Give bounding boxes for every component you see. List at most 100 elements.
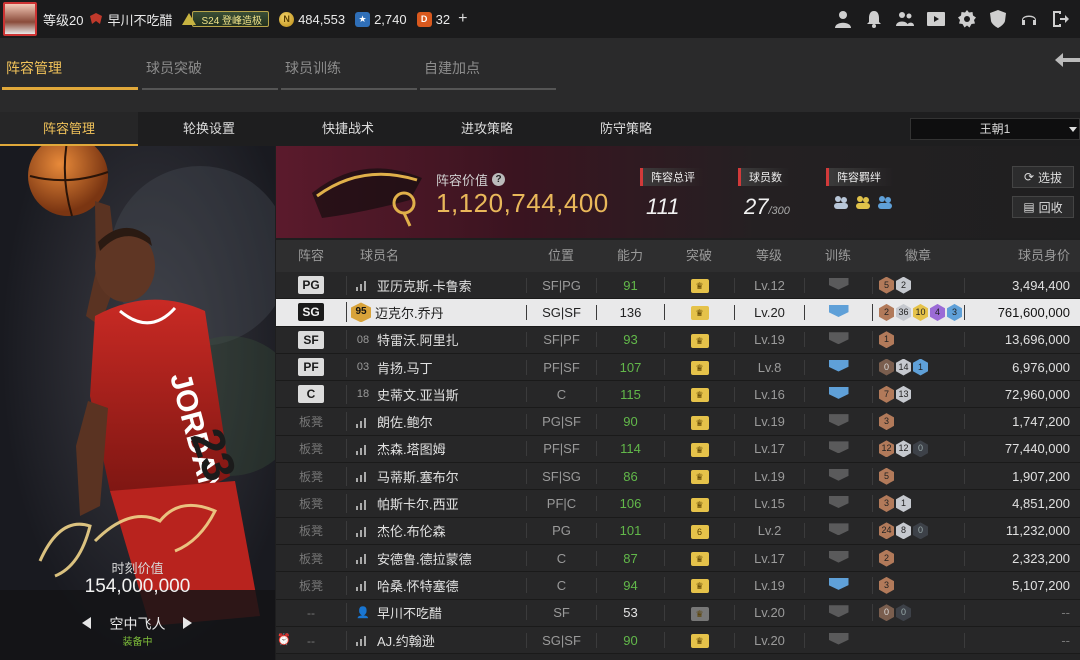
lineup-slot[interactable]: PG [276,276,346,295]
badges-cell[interactable]: 5 [872,467,964,485]
player-name-cell[interactable]: 安德鲁.德拉蒙德 [346,548,526,568]
draft-button[interactable]: ⟳ 选拔 [1012,166,1074,188]
subtab-offense-strategy[interactable]: 进攻策略 [418,112,556,146]
col-position[interactable]: 位置 [526,240,596,272]
table-row[interactable]: -- 👤 早川不吃醋 SF 53 ♛ Lv.20 0 0 -- [276,599,1080,627]
training-cell[interactable] [804,550,872,566]
lineup-slot[interactable]: 板凳 [276,468,346,485]
table-row[interactable]: C 18 史蒂文.亚当斯 C 115 ♛ Lv.16 7 13 72,960,000 [276,381,1080,409]
table-row[interactable]: 板凳 杰森.塔图姆 PF|SF 114 ♛ Lv.17 12 12 0 77,440,000 [276,435,1080,464]
table-row[interactable]: PG 亚历克斯.卡鲁索 SF|PG 91 ♛ Lv.12 5 2 3,494,400 [276,272,1080,300]
breakthrough-cell[interactable]: ♛ [664,386,734,403]
player-name-cell[interactable]: 杰伦.布伦森 [346,521,526,541]
player-card[interactable]: JORDAN 23 时刻价值 154,000,000 空中飞人 装备中 [0,146,275,660]
training-cell[interactable] [804,605,872,621]
table-row[interactable]: SG 95 迈克尔.乔丹 SG|SF 136 ♛ Lv.20 2 36 10 4 3 761,600,0… [276,299,1080,327]
table-row[interactable]: PF 03 肯扬.马丁 PF|SF 107 ♛ Lv.8 0 14 1 6,976,000 [276,353,1080,382]
video-icon[interactable] [926,9,946,29]
tab-lineup-management[interactable]: 阵容管理 [2,48,138,90]
lineup-slot[interactable]: ⏰ -- [276,633,346,648]
lineup-select[interactable]: 王朝1 [910,118,1080,140]
lineup-slot[interactable]: 板凳 [276,577,346,594]
col-player-name[interactable]: 球员名 [346,240,526,272]
breakthrough-cell[interactable]: ♛ [664,277,734,294]
training-cell[interactable] [804,577,872,593]
training-cell[interactable] [804,304,872,320]
tab-player-breakthrough[interactable]: 球员突破 [142,48,278,90]
help-icon[interactable]: ? [492,173,506,186]
lineup-slot[interactable]: SF [276,330,346,349]
badges-cell[interactable]: 2 [872,549,964,567]
recycle-button[interactable]: ▤ 回收 [1012,196,1074,218]
lineup-slot[interactable]: -- [276,605,346,620]
col-breakthrough[interactable]: 突破 [664,240,734,272]
breakthrough-cell[interactable]: ♛ [664,577,734,594]
player-name-cell[interactable]: 03 肯扬.马丁 [346,357,526,377]
player-name-cell[interactable]: AJ.约翰逊 [346,630,526,650]
friends-icon[interactable] [895,9,915,29]
lineup-slot[interactable]: SG [276,303,346,322]
bell-icon[interactable] [864,9,884,29]
player-name-cell[interactable]: 18 史蒂文.亚当斯 [346,384,526,404]
subtab-rotation[interactable]: 轮换设置 [140,112,278,146]
player-name-cell[interactable]: 杰森.塔图姆 [346,439,526,459]
breakthrough-cell[interactable]: ♛ [664,440,734,457]
badges-cell[interactable]: 2 36 10 4 3 [872,303,964,321]
shield-icon[interactable] [988,9,1008,29]
breakthrough-cell[interactable]: ♛ [664,604,734,621]
training-cell[interactable] [804,441,872,457]
lineup-slot[interactable]: 板凳 [276,413,346,430]
player-name-cell[interactable]: 亚历克斯.卡鲁索 [346,275,526,295]
player-name-cell[interactable]: 马蒂斯.塞布尔 [346,466,526,486]
lineup-slot[interactable]: 板凳 [276,495,346,512]
table-row[interactable]: 板凳 安德鲁.德拉蒙德 C 87 ♛ Lv.17 2 2,323,200 [276,544,1080,573]
player-name-cell[interactable]: 帕斯卡尔.西亚 [346,494,526,514]
player-name-cell[interactable]: 朗佐.鲍尔 [346,412,526,432]
table-row[interactable]: 板凳 帕斯卡尔.西亚 PF|C 106 ♛ Lv.15 3 1 4,851,200 [276,490,1080,518]
badges-cell[interactable]: 31 [872,495,964,513]
exit-icon[interactable] [1050,9,1070,29]
badges-cell[interactable]: 1 [872,331,964,349]
badges-cell[interactable]: 3 [872,413,964,431]
table-row[interactable]: SF 08 特雷沃.阿里扎 SF|PF 93 ♛ Lv.19 1 13,696,000 [276,326,1080,354]
breakthrough-cell[interactable]: ♛ [664,331,734,348]
subtab-lineup[interactable]: 阵容管理 [0,112,138,146]
col-training[interactable]: 训练 [804,240,872,272]
breakthrough-cell[interactable]: ♛ [664,495,734,512]
badges-cell[interactable]: 00 [872,604,964,622]
badges-cell[interactable]: 0 14 1 [872,358,964,376]
next-skin-icon[interactable] [183,617,192,629]
badges-cell[interactable]: 24 8 0 [872,522,964,540]
breakthrough-cell[interactable]: ♛ [664,468,734,485]
badges-cell[interactable]: 52 [872,276,964,294]
breakthrough-cell[interactable]: 6 [664,522,734,539]
lineup-slot[interactable]: C [276,385,346,404]
gear-icon[interactable] [957,9,977,29]
player-name-cell[interactable]: 95 迈克尔.乔丹 [346,302,526,323]
lineup-slot[interactable]: 板凳 [276,550,346,567]
training-cell[interactable] [804,496,872,512]
avatar[interactable] [3,2,37,36]
breakthrough-cell[interactable]: ♛ [664,550,734,567]
lineup-slot[interactable]: PF [276,358,346,377]
col-salary[interactable]: 球员身价 [964,240,1080,272]
training-cell[interactable] [804,359,872,375]
training-cell[interactable] [804,386,872,402]
col-lineup[interactable]: 阵容 [276,240,346,272]
col-overall[interactable]: 能力 [596,240,664,272]
table-row[interactable]: 板凳 杰伦.布伦森 PG 101 6 Lv.2 24 8 0 11,232,000 [276,517,1080,545]
col-level[interactable]: 等级 [734,240,804,272]
table-row[interactable]: ⏰ -- AJ.约翰逊 SG|SF 90 ♛ Lv.20 -- [276,626,1080,655]
headset-icon[interactable] [1019,9,1039,29]
badges-cell[interactable]: 12 12 0 [872,440,964,458]
recharge-plus-button[interactable]: + [458,10,467,28]
training-cell[interactable] [804,468,872,484]
tab-custom-attributes[interactable]: 自建加点 [420,48,556,90]
training-cell[interactable] [804,632,872,648]
table-row[interactable]: 板凳 哈桑.怀特塞德 C 94 ♛ Lv.19 3 5,107,200 [276,572,1080,600]
breakthrough-cell[interactable]: ♛ [664,304,734,321]
breakthrough-cell[interactable]: ♛ [664,632,734,648]
table-row[interactable]: 板凳 朗佐.鲍尔 PG|SF 90 ♛ Lv.19 3 1,747,200 [276,408,1080,436]
badges-cell[interactable]: 3 [872,576,964,594]
subtab-defense-strategy[interactable]: 防守策略 [557,112,695,146]
